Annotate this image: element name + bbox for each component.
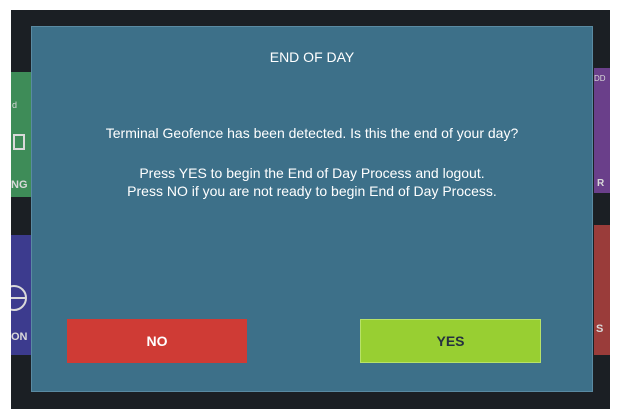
end-of-day-dialog: END OF DAY Terminal Geofence has been de… bbox=[31, 26, 593, 392]
tile-label: S bbox=[596, 323, 604, 335]
dialog-instructions: Press YES to begin the End of Day Proces… bbox=[32, 164, 592, 200]
tile-label: NG bbox=[11, 179, 28, 191]
tile-label: R bbox=[597, 178, 605, 189]
instruction-yes-text: Press YES to begin the End of Day Proces… bbox=[139, 165, 485, 181]
steering-wheel-icon bbox=[11, 285, 27, 311]
tile-label: ON bbox=[11, 331, 28, 343]
app-screen: d NG ON DD R S END OF DAY Terminal Geofe… bbox=[11, 10, 610, 409]
no-button[interactable]: NO bbox=[67, 319, 247, 363]
yes-button[interactable]: YES bbox=[360, 319, 541, 363]
background-tile-right-bottom: S bbox=[594, 225, 610, 355]
instruction-no-text: Press NO if you are not ready to begin E… bbox=[127, 183, 497, 199]
dialog-question: Terminal Geofence has been detected. Is … bbox=[105, 125, 519, 141]
tile-small-text: d bbox=[12, 100, 18, 110]
background-tile-right-top: DD R bbox=[594, 68, 610, 193]
tile-small-text: DD bbox=[594, 74, 606, 83]
document-icon bbox=[13, 134, 25, 150]
dialog-title: END OF DAY bbox=[269, 49, 355, 65]
